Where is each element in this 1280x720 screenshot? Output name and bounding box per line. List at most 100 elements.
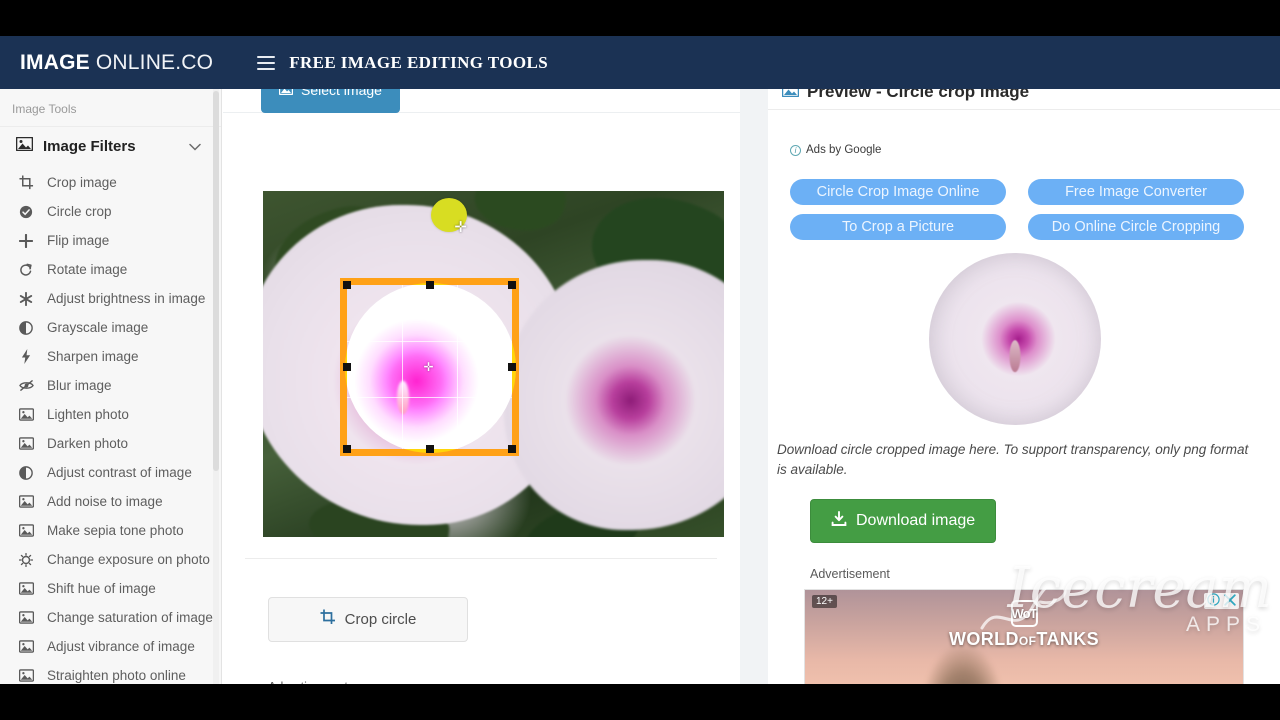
ad-link-1[interactable]: Circle Crop Image Online: [790, 179, 1006, 205]
sidebar-item-sharpen-image[interactable]: Sharpen image: [0, 342, 221, 371]
site-logo[interactable]: IMAGE ONLINE.CO: [20, 51, 213, 75]
hamburger-icon[interactable]: [257, 55, 276, 70]
world-of-tanks-logo: WoT WORLDOFTANKS: [949, 600, 1099, 650]
sidebar-item-lighten-photo[interactable]: Lighten photo: [0, 400, 221, 429]
plus-icon: [18, 233, 34, 248]
wot-title-part2: TANKS: [1036, 629, 1100, 649]
select-image-button[interactable]: Select image: [261, 89, 400, 113]
picture-icon: [278, 89, 294, 98]
logo-light: ONLINE.CO: [89, 50, 214, 74]
crop-handle-top-left[interactable]: [343, 281, 351, 289]
sidebar-menu: Crop image Circle crop Flip image Rotate im…: [0, 168, 221, 684]
sidebar-item-label: Change exposure on photo: [47, 552, 210, 567]
picture-icon: [781, 89, 800, 102]
sidebar-item-label: Darken photo: [47, 436, 129, 451]
crop-selection-box[interactable]: ✛: [340, 278, 519, 456]
eye-slash-icon: [18, 379, 34, 392]
info-icon[interactable]: [1207, 593, 1220, 609]
sidebar-caption: Image Tools: [12, 102, 77, 116]
hamburger-bar: [257, 55, 276, 58]
editor-canvas[interactable]: ✛ ✛: [263, 191, 724, 537]
sidebar-item-change-saturation-of-image[interactable]: Change saturation of image: [0, 603, 221, 632]
sidebar-group-label: Image Filters: [43, 138, 136, 155]
ads-by-google-label: i Ads by Google: [790, 144, 881, 156]
sidebar-item-label: Circle crop: [47, 204, 112, 219]
sidebar-item-adjust-contrast-of-image[interactable]: Adjust contrast of image: [0, 458, 221, 487]
sidebar-item-add-noise-to-image[interactable]: Add noise to image: [0, 487, 221, 516]
crop-handle-bottom-left[interactable]: [343, 445, 351, 453]
sidebar-item-label: Add noise to image: [47, 494, 163, 509]
crop-handle-bottom-center[interactable]: [425, 445, 434, 453]
sidebar-item-adjust-vibrance-of-image[interactable]: Adjust vibrance of image: [0, 632, 221, 661]
preview-title-label: Preview - Circle crop image: [807, 89, 1030, 101]
crop-center-marker: ✛: [423, 360, 434, 374]
crop-handle-middle-left[interactable]: [343, 363, 351, 371]
sidebar-item-shift-hue-of-image[interactable]: Shift hue of image: [0, 574, 221, 603]
sidebar-item-label: Change saturation of image: [47, 610, 213, 625]
sidebar-group-image-filters[interactable]: Image Filters: [0, 126, 221, 168]
sidebar-item-label: Adjust contrast of image: [47, 465, 192, 480]
sidebar-item-darken-photo[interactable]: Darken photo: [0, 429, 221, 458]
image-icon: [18, 611, 34, 624]
sidebar-item-label: Shift hue of image: [47, 581, 156, 596]
sidebar-item-label: Make sepia tone photo: [47, 523, 184, 538]
world-of-tanks-banner-ad[interactable]: WoT WORLDOFTANKS 12+: [804, 589, 1244, 684]
sidebar-item-label: Straighten photo online: [47, 668, 186, 683]
crop-guide-line: [402, 285, 403, 449]
ad-link-2[interactable]: Free Image Converter: [1028, 179, 1244, 205]
image-icon: [18, 408, 34, 421]
download-image-button[interactable]: Download image: [810, 499, 997, 543]
sidebar-item-grayscale-image[interactable]: Grayscale image: [0, 313, 221, 342]
banner-ad-controls: [1204, 593, 1239, 609]
sidebar-item-blur-image[interactable]: Blur image: [0, 371, 221, 400]
image-icon: [18, 437, 34, 450]
column-gutter: [740, 89, 768, 684]
ad-link-3[interactable]: To Crop a Picture: [790, 214, 1006, 240]
sidebar-item-label: Grayscale image: [47, 320, 149, 335]
sidebar-item-change-exposure-on-photo[interactable]: Change exposure on photo: [0, 545, 221, 574]
crop-guide-line: [457, 285, 458, 449]
letterbox-top: [0, 0, 1280, 36]
crop-handle-top-right[interactable]: [508, 281, 516, 289]
check-circle-icon: [18, 205, 34, 219]
ad-link-4[interactable]: Do Online Circle Cropping: [1028, 214, 1244, 240]
screen-root: IMAGE ONLINE.CO FREE IMAGE EDITING TOOLS…: [0, 0, 1280, 720]
sidebar-scrollbar-thumb[interactable]: [213, 91, 219, 471]
center-card-top: Select image: [223, 89, 740, 113]
sidebar-item-circle-crop[interactable]: Circle crop: [0, 197, 221, 226]
sidebar-item-rotate-image[interactable]: Rotate image: [0, 255, 221, 284]
hamburger-bar: [257, 67, 276, 70]
sidebar-item-make-sepia-tone-photo[interactable]: Make sepia tone photo: [0, 516, 221, 545]
sidebar-item-label: Blur image: [47, 378, 112, 393]
info-icon[interactable]: i: [790, 144, 801, 156]
crop-handle-top-center[interactable]: [425, 281, 434, 289]
nav-title[interactable]: FREE IMAGE EDITING TOOLS: [289, 53, 548, 73]
crop-handle-bottom-right[interactable]: [508, 445, 516, 453]
sidebar-item-label: Crop image: [47, 175, 117, 190]
rotate-icon: [18, 263, 34, 277]
sidebar: Image Tools Image Filters Crop image Cir…: [0, 89, 222, 684]
wot-title: WORLDOFTANKS: [949, 629, 1099, 650]
chevron-down-icon[interactable]: [189, 140, 201, 154]
sidebar-item-crop-image[interactable]: Crop image: [0, 168, 221, 197]
circle-crop-preview: [929, 253, 1101, 425]
sidebar-item-adjust-brightness-in-image[interactable]: Adjust brightness in image: [0, 284, 221, 313]
banner-smoke: [923, 647, 1004, 684]
ad-link-group: Circle Crop Image Online Free Image Conve…: [790, 179, 1260, 240]
crop-handle-middle-right[interactable]: [508, 363, 516, 371]
sun-icon: [18, 552, 34, 567]
browser-page: IMAGE ONLINE.CO FREE IMAGE EDITING TOOLS…: [0, 36, 1280, 684]
sidebar-item-straighten-photo-online[interactable]: Straighten photo online: [0, 661, 221, 684]
image-icon: [18, 669, 34, 682]
crosshair-cursor: ✛: [454, 219, 467, 237]
crop-circle-button[interactable]: Crop circle: [268, 597, 468, 642]
close-icon[interactable]: [1224, 593, 1236, 609]
sidebar-item-label: Rotate image: [47, 262, 128, 277]
sidebar-item-flip-image[interactable]: Flip image: [0, 226, 221, 255]
right-advertisement-label: Advertisement: [810, 567, 890, 581]
select-image-label: Select image: [301, 89, 382, 98]
image-icon: [18, 582, 34, 595]
crop-circle-label: Crop circle: [344, 611, 417, 628]
contrast-icon: [18, 320, 34, 335]
sidebar-item-label: Flip image: [47, 233, 110, 248]
